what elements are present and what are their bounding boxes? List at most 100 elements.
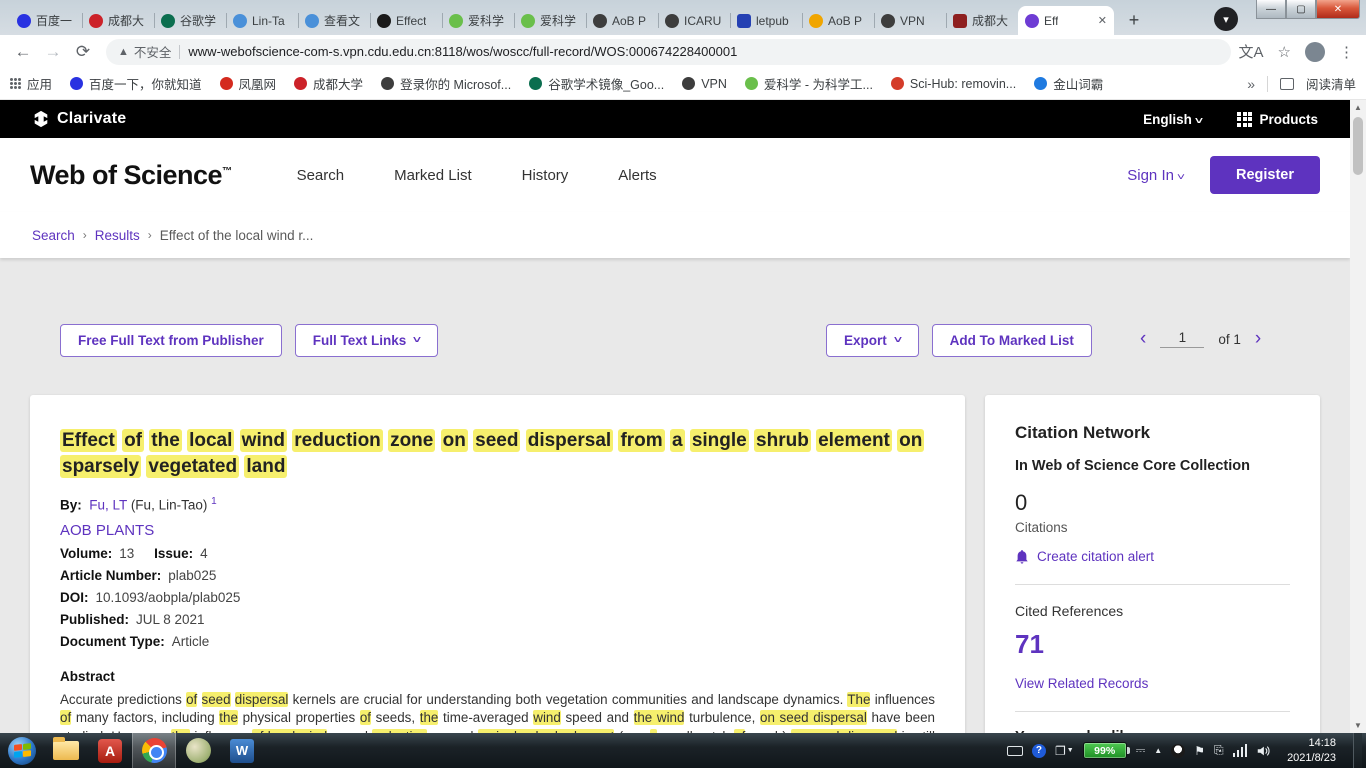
bookmark-item[interactable]: VPN bbox=[682, 77, 727, 91]
page-scrollbar[interactable]: ▲ ▼ bbox=[1350, 100, 1366, 733]
clarivate-logo[interactable]: Clarivate bbox=[32, 110, 126, 128]
export-button[interactable]: Export˅ bbox=[826, 324, 919, 357]
breadcrumb-results-link[interactable]: Results bbox=[95, 228, 140, 243]
products-menu[interactable]: Products bbox=[1237, 112, 1318, 127]
wos-logo[interactable]: Web of Science™ bbox=[30, 160, 232, 191]
nav-marked-list[interactable]: Marked List bbox=[394, 167, 472, 184]
bookmarks-overflow-icon[interactable]: » bbox=[1247, 76, 1255, 92]
bookmark-item[interactable]: 登录你的 Microsof... bbox=[381, 74, 511, 93]
bookmark-item[interactable]: 成都大学 bbox=[294, 74, 363, 93]
chrome-button[interactable] bbox=[132, 733, 176, 768]
title-word-highlight: seed bbox=[473, 429, 520, 452]
browser-tab[interactable]: 成都大 bbox=[82, 6, 154, 35]
new-tab-button[interactable]: + bbox=[1120, 6, 1148, 34]
free-full-text-button[interactable]: Free Full Text from Publisher bbox=[60, 324, 282, 357]
scroll-up-icon[interactable]: ▲ bbox=[1354, 100, 1362, 115]
browser-tab[interactable]: Effect bbox=[370, 6, 442, 35]
apps-grid-icon bbox=[10, 78, 21, 89]
browser-tab[interactable]: 成都大 bbox=[946, 6, 1018, 35]
window-switch-icon[interactable]: ❐▼ bbox=[1055, 744, 1074, 758]
safely-remove-icon[interactable]: ⎘ bbox=[1214, 743, 1224, 758]
nav-history[interactable]: History bbox=[522, 167, 569, 184]
qq-icon[interactable] bbox=[1171, 744, 1185, 758]
restore-button[interactable]: ▢ bbox=[1286, 0, 1316, 19]
ime-help-icon[interactable]: ? bbox=[1032, 744, 1046, 758]
bookmark-item[interactable]: 爱科学 - 为科学工... bbox=[745, 74, 873, 93]
tab-close-icon[interactable]: ✕ bbox=[1098, 14, 1107, 27]
reading-list-label[interactable]: 阅读清单 bbox=[1306, 74, 1356, 93]
file-explorer-button[interactable] bbox=[44, 733, 88, 768]
core-collection-label: In Web of Science Core Collection bbox=[1015, 458, 1290, 474]
power-plug-icon[interactable]: ⎓ bbox=[1136, 743, 1146, 758]
browser-tab[interactable]: 谷歌学 bbox=[154, 6, 226, 35]
tab-title: 成都大 bbox=[972, 12, 1008, 29]
browser-tab[interactable]: 爱科学 bbox=[514, 6, 586, 35]
browser-tab[interactable]: VPN bbox=[874, 6, 946, 35]
wos-nav: Search Marked List History Alerts bbox=[297, 167, 657, 184]
cdu-favicon bbox=[294, 77, 307, 90]
windows-taskbar: A W ? ❐▼ 99% ⎓ ▲ ⚑ ⎘ 14:18 2021/8/23 bbox=[0, 733, 1366, 768]
acrobat-button[interactable]: A bbox=[88, 733, 132, 768]
add-to-marked-list-button[interactable]: Add To Marked List bbox=[932, 324, 1092, 357]
bookmark-item[interactable]: 金山词霸 bbox=[1034, 74, 1103, 93]
browser-tab[interactable]: letpub bbox=[730, 6, 802, 35]
bookmark-star-icon[interactable]: ☆ bbox=[1278, 43, 1291, 61]
back-icon[interactable]: ← bbox=[8, 42, 38, 62]
tray-expand-icon[interactable]: ▲ bbox=[1154, 746, 1162, 755]
search-term-highlight: of bbox=[60, 710, 71, 725]
browser-tab[interactable]: 百度一 bbox=[10, 6, 82, 35]
bookmark-item[interactable]: Sci-Hub: removin... bbox=[891, 77, 1016, 91]
browser-tab[interactable]: AoB P bbox=[802, 6, 874, 35]
browser-tab[interactable]: 爱科学 bbox=[442, 6, 514, 35]
menu-dots-icon[interactable]: ⋮ bbox=[1339, 43, 1354, 61]
view-related-records-link[interactable]: View Related Records bbox=[1015, 676, 1290, 691]
language-selector[interactable]: English ˅ bbox=[1143, 112, 1201, 127]
browser-tab[interactable]: Eff✕ bbox=[1018, 6, 1114, 35]
volume-icon[interactable] bbox=[1256, 744, 1270, 758]
scroll-down-icon[interactable]: ▼ bbox=[1354, 718, 1362, 733]
nav-search[interactable]: Search bbox=[297, 167, 345, 184]
citations-label: Citations bbox=[1015, 520, 1290, 535]
start-button[interactable] bbox=[0, 733, 44, 768]
journal-link[interactable]: AOB PLANTS bbox=[60, 522, 154, 539]
create-citation-alert-button[interactable]: Create citation alert bbox=[1015, 549, 1290, 564]
taskbar-clock[interactable]: 14:18 2021/8/23 bbox=[1279, 736, 1344, 766]
bookmark-item[interactable]: 谷歌学术镜像_Goo... bbox=[529, 74, 664, 93]
translate-icon[interactable]: 文A bbox=[1239, 41, 1264, 62]
prev-page-icon[interactable]: ‹ bbox=[1140, 328, 1146, 350]
page-number-input[interactable] bbox=[1160, 330, 1204, 348]
author-link[interactable]: Fu, LT bbox=[89, 498, 127, 513]
products-grid-icon bbox=[1237, 112, 1252, 127]
cited-references-count[interactable]: 71 bbox=[1015, 629, 1290, 660]
close-button[interactable]: ✕ bbox=[1316, 0, 1360, 19]
full-text-links-button[interactable]: Full Text Links˅ bbox=[295, 324, 438, 357]
scrollbar-thumb[interactable] bbox=[1353, 117, 1363, 175]
browser-tab[interactable]: AoB P bbox=[586, 6, 658, 35]
register-button[interactable]: Register bbox=[1210, 156, 1320, 194]
forward-icon[interactable]: → bbox=[38, 42, 68, 62]
action-center-flag-icon[interactable]: ⚑ bbox=[1194, 744, 1205, 758]
breadcrumb-search-link[interactable]: Search bbox=[32, 228, 75, 243]
url-field[interactable]: ▲ 不安全 www-webofscience-com-s.vpn.cdu.edu… bbox=[106, 39, 1231, 65]
sign-in-button[interactable]: Sign In ˅ bbox=[1127, 167, 1184, 184]
browser-tab[interactable]: Lin-Ta bbox=[226, 6, 298, 35]
minimize-button[interactable]: — bbox=[1256, 0, 1286, 19]
next-page-icon[interactable]: › bbox=[1255, 328, 1261, 350]
browser-tab[interactable]: ICARU bbox=[658, 6, 730, 35]
bookmark-item[interactable]: 凤凰网 bbox=[220, 74, 277, 93]
browser-avatar-icon[interactable] bbox=[1305, 42, 1325, 62]
browser-profile-button[interactable]: ▾ bbox=[1214, 7, 1238, 31]
url-text: www-webofscience-com-s.vpn.cdu.edu.cn:81… bbox=[188, 44, 737, 59]
app-button[interactable] bbox=[176, 733, 220, 768]
browser-tab[interactable]: 查看文 bbox=[298, 6, 370, 35]
bookmarks-divider bbox=[1267, 76, 1268, 92]
nav-alerts[interactable]: Alerts bbox=[618, 167, 656, 184]
network-signal-icon[interactable] bbox=[1233, 744, 1248, 757]
battery-indicator[interactable]: 99% bbox=[1083, 742, 1127, 759]
word-button[interactable]: W bbox=[220, 733, 264, 768]
apps-shortcut[interactable]: 应用 bbox=[10, 74, 52, 93]
bookmark-item[interactable]: 百度一下，你就知道 bbox=[70, 74, 202, 93]
input-method-icon[interactable] bbox=[1007, 746, 1023, 756]
reload-icon[interactable]: ⟳ bbox=[68, 42, 98, 62]
show-desktop-button[interactable] bbox=[1353, 733, 1362, 768]
